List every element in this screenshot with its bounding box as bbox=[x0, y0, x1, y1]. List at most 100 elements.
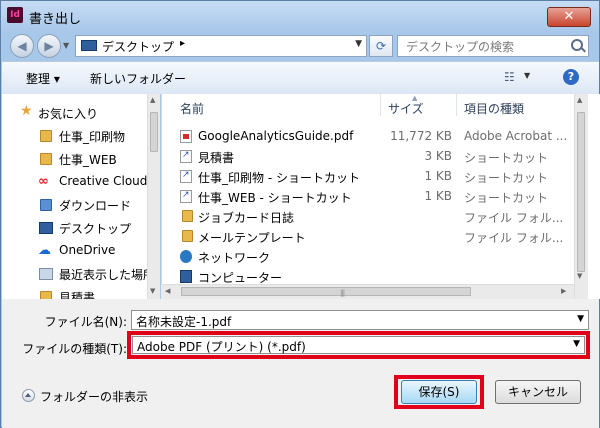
back-button[interactable]: ◀ bbox=[10, 34, 34, 58]
refresh-button[interactable]: ⟳ bbox=[369, 35, 393, 57]
breadcrumb-arrow-icon[interactable]: ▸ bbox=[180, 38, 185, 49]
scroll-right-icon[interactable]: ▶ bbox=[561, 287, 566, 295]
column-divider[interactable] bbox=[456, 94, 457, 116]
scroll-thumb[interactable] bbox=[150, 112, 158, 152]
file-type: ファイル フォル... bbox=[464, 211, 564, 225]
folder-icon bbox=[40, 153, 52, 165]
desktop-icon bbox=[39, 222, 53, 234]
filetype-select[interactable]: Adobe PDF (プリント) (*.pdf) ▼ bbox=[132, 336, 585, 354]
folder-icon bbox=[182, 210, 193, 222]
file-name: メールテンプレート bbox=[198, 231, 306, 245]
address-location[interactable]: デスクトップ bbox=[102, 38, 174, 55]
column-divider[interactable] bbox=[380, 94, 381, 116]
scroll-down-icon[interactable]: ▼ bbox=[577, 272, 582, 280]
recent-places-icon bbox=[39, 268, 53, 280]
scroll-thumb[interactable]: ||| bbox=[181, 287, 471, 297]
file-name: ジョブカード日誌 bbox=[198, 211, 295, 225]
cancel-button[interactable]: キャンセル bbox=[495, 380, 581, 404]
close-button[interactable]: ✕ bbox=[547, 7, 591, 27]
filetype-value[interactable]: Adobe PDF (プリント) (*.pdf) bbox=[137, 338, 306, 355]
file-row[interactable]: ネットワーク bbox=[162, 246, 574, 266]
shortcut-icon bbox=[180, 150, 192, 163]
file-row[interactable]: 仕事_印刷物 - ショートカット 1 KB ショートカット bbox=[162, 166, 574, 186]
file-list-scrollbar[interactable]: ▲ ▼ bbox=[574, 94, 588, 299]
search-input[interactable]: デスクトップの検索 bbox=[397, 35, 589, 57]
file-name: 仕事_印刷物 - ショートカット bbox=[198, 171, 360, 185]
folder-icon bbox=[40, 291, 52, 299]
scroll-up-icon[interactable]: ▲ bbox=[150, 96, 155, 104]
file-row[interactable]: GoogleAnalyticsGuide.pdf 11,772 KB Adobe… bbox=[162, 126, 574, 146]
view-dropdown-icon[interactable]: ▼ bbox=[524, 71, 530, 80]
command-toolbar: 整理 ▾ 新しいフォルダー ☷ ▼ ? bbox=[2, 61, 599, 95]
nav-item-recent-places[interactable]: 最近表示した場所 bbox=[59, 266, 155, 283]
network-icon bbox=[180, 250, 192, 263]
nav-item-web-work[interactable]: 仕事_WEB bbox=[59, 151, 117, 168]
grip-icon: ||| bbox=[340, 289, 345, 297]
file-name: 仕事_WEB - ショートカット bbox=[198, 191, 352, 205]
save-options-panel: ファイル名(N): 名称未設定-1.pdf ▼ ファイルの種類(T): Adob… bbox=[2, 299, 599, 428]
help-icon[interactable]: ? bbox=[563, 69, 579, 85]
search-placeholder: デスクトップの検索 bbox=[406, 40, 515, 54]
forward-button[interactable]: ▶ bbox=[37, 34, 61, 58]
nav-item-downloads[interactable]: ダウンロード bbox=[59, 197, 131, 214]
collapse-icon[interactable] bbox=[22, 389, 35, 402]
file-list-pane: ▲ 名前 サイズ 項目の種類 GoogleAnalyticsGuide.pdf … bbox=[161, 94, 600, 299]
recent-locations-dropdown-icon[interactable]: ▼ bbox=[63, 41, 69, 50]
pdf-icon bbox=[180, 130, 192, 143]
file-type: ショートカット bbox=[464, 191, 549, 205]
onedrive-icon: ☁ bbox=[38, 243, 51, 258]
filename-value[interactable]: 名称未設定-1.pdf bbox=[136, 313, 231, 330]
filename-dropdown-icon[interactable]: ▼ bbox=[577, 314, 584, 324]
column-header-size[interactable]: サイズ bbox=[388, 100, 424, 117]
file-row[interactable]: ジョブカード日誌 ファイル フォル... bbox=[162, 206, 574, 226]
nav-item-desktop[interactable]: デスクトップ bbox=[59, 220, 131, 237]
organize-menu[interactable]: 整理 ▾ bbox=[26, 70, 60, 87]
scroll-up-icon[interactable]: ▲ bbox=[577, 96, 582, 104]
nav-item-favorites[interactable]: お気に入り bbox=[38, 105, 98, 122]
file-size: 3 KB bbox=[424, 149, 452, 163]
file-size: 1 KB bbox=[424, 189, 452, 203]
title-bar[interactable]: Id 書き出し ✕ bbox=[1, 1, 599, 31]
folder-icon bbox=[40, 130, 52, 142]
file-type: ファイル フォル... bbox=[464, 231, 564, 245]
column-header-type[interactable]: 項目の種類 bbox=[464, 100, 524, 117]
file-row[interactable]: 仕事_WEB - ショートカット 1 KB ショートカット bbox=[162, 186, 574, 206]
new-folder-button[interactable]: 新しいフォルダー bbox=[90, 70, 186, 87]
nav-item-onedrive[interactable]: OneDrive bbox=[59, 243, 115, 257]
scroll-thumb[interactable] bbox=[577, 112, 585, 272]
address-bar: ◀ ▶ ▼ デスクトップ ▸ ▼ ⟳ デスクトップの検索 bbox=[1, 31, 599, 61]
shortcut-icon bbox=[180, 170, 192, 183]
scroll-down-icon[interactable]: ▼ bbox=[150, 287, 155, 295]
nav-item-estimate[interactable]: 見積書 bbox=[59, 289, 95, 299]
file-name: GoogleAnalyticsGuide.pdf bbox=[198, 129, 354, 143]
column-header-name[interactable]: 名前 bbox=[180, 100, 204, 117]
file-type: ショートカット bbox=[464, 151, 549, 165]
computer-icon bbox=[180, 270, 192, 283]
window-title: 書き出し bbox=[29, 12, 82, 27]
save-dialog: Id 書き出し ✕ ◀ ▶ ▼ デスクトップ ▸ ▼ ⟳ デスクトップの検索 整… bbox=[0, 0, 600, 428]
navigation-pane: ★ お気に入り 仕事_印刷物 仕事_WEB ∞ Creative Cloud ダ… bbox=[2, 94, 160, 299]
save-button[interactable]: 保存(S) bbox=[401, 380, 477, 404]
hide-folders-label[interactable]: フォルダーの非表示 bbox=[40, 388, 148, 405]
filetype-dropdown-icon[interactable]: ▼ bbox=[573, 339, 580, 349]
shortcut-icon bbox=[180, 190, 192, 203]
filename-field[interactable]: 名称未設定-1.pdf ▼ bbox=[131, 310, 589, 330]
nav-item-print-work[interactable]: 仕事_印刷物 bbox=[59, 128, 125, 145]
file-size: 11,772 KB bbox=[390, 129, 452, 143]
file-row[interactable]: メールテンプレート ファイル フォル... bbox=[162, 226, 574, 246]
indesign-app-icon: Id bbox=[7, 7, 23, 23]
file-row[interactable]: 見積書 3 KB ショートカット bbox=[162, 146, 574, 166]
nav-pane-scrollbar[interactable]: ▲ ▼ bbox=[147, 94, 160, 299]
file-type: Adobe Acrobat ... bbox=[464, 129, 568, 143]
file-name: 見積書 bbox=[198, 151, 235, 165]
file-row[interactable]: コンピューター bbox=[162, 266, 574, 286]
address-field[interactable]: デスクトップ ▸ ▼ bbox=[75, 35, 367, 57]
star-icon: ★ bbox=[20, 103, 33, 119]
address-dropdown-icon[interactable]: ▼ bbox=[355, 39, 362, 49]
horizontal-scrollbar[interactable]: ◀ ||| ▶ bbox=[161, 284, 574, 299]
view-options-icon[interactable]: ☷ bbox=[504, 71, 516, 83]
nav-item-creative-cloud[interactable]: Creative Cloud bbox=[59, 174, 147, 188]
desktop-icon bbox=[81, 40, 97, 51]
file-name: ネットワーク bbox=[198, 251, 271, 265]
scroll-left-icon[interactable]: ◀ bbox=[165, 287, 170, 295]
